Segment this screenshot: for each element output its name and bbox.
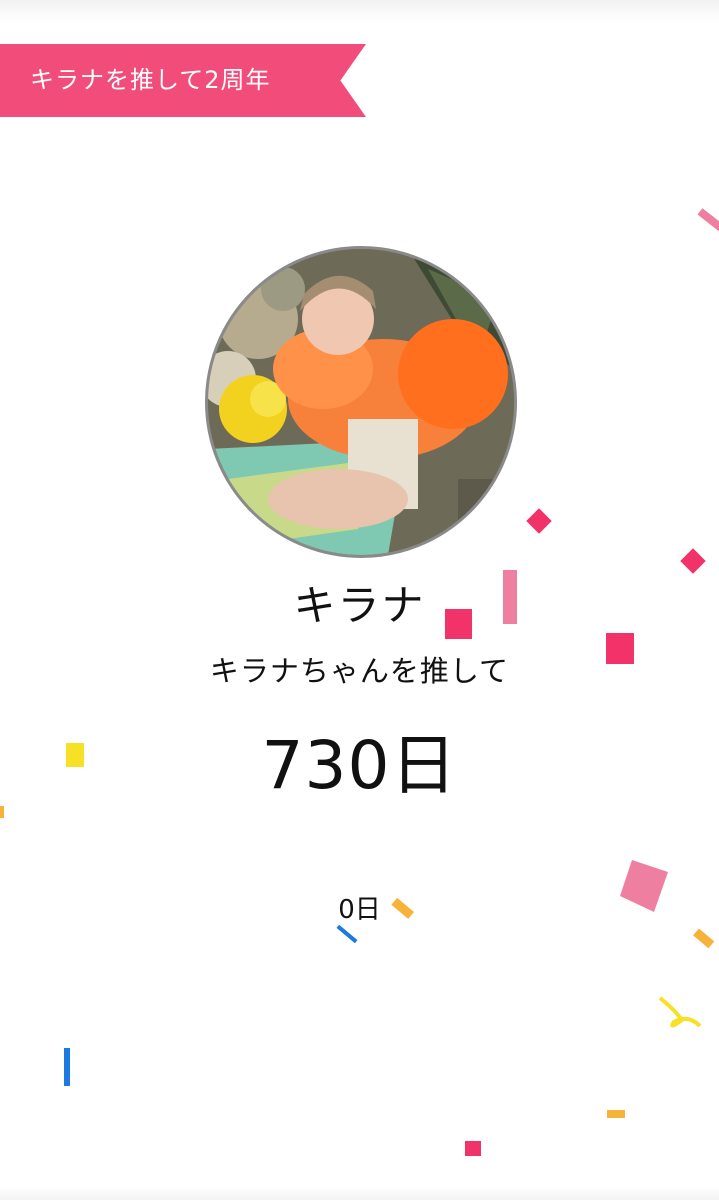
confetti-piece (503, 570, 517, 624)
confetti-piece (693, 928, 715, 949)
confetti-piece (607, 1110, 625, 1118)
confetti-piece (66, 743, 84, 767)
bottom-shade (0, 1186, 719, 1200)
confetti-piece (391, 897, 414, 919)
confetti-ribbon (658, 996, 702, 1028)
confetti-piece (606, 633, 634, 664)
confetti-piece (526, 508, 552, 534)
confetti-piece (620, 860, 668, 912)
confetti-piece (697, 208, 719, 232)
confetti-piece (64, 1048, 70, 1086)
confetti-piece (445, 609, 472, 639)
confetti-layer (0, 208, 719, 1156)
confetti-piece (336, 924, 358, 944)
confetti-piece (465, 1141, 481, 1156)
confetti-piece (0, 806, 4, 818)
confetti-piece (680, 548, 706, 574)
